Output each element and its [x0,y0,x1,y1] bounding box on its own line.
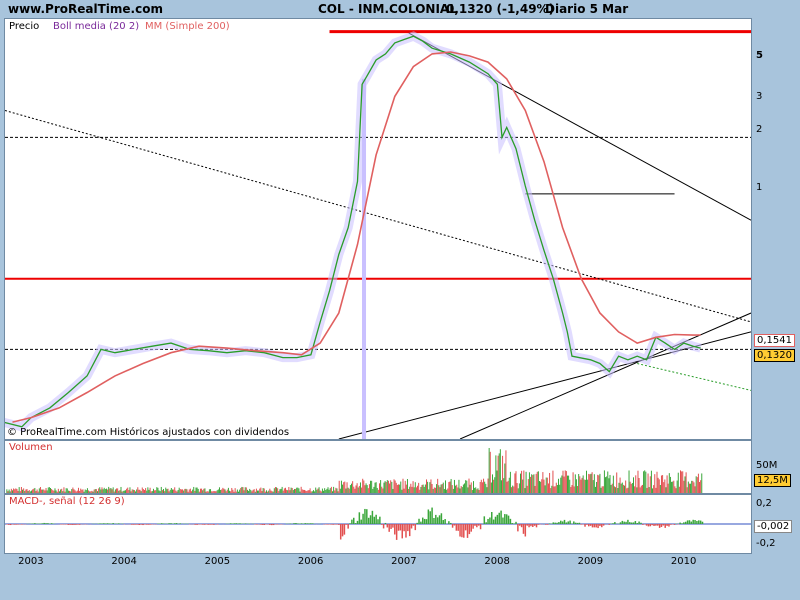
volume-tick: 50M [756,460,778,471]
price-tick: 3 [756,91,763,102]
price-tick: 2 [756,124,763,135]
price-chart[interactable] [5,19,751,439]
header-bar: www.ProRealTime.com COL - INM.COLONIAL 0… [0,0,800,20]
legend-ma: MM (Simple 200) [145,21,230,32]
time-tick: 2004 [111,556,137,567]
macd-tick: -0,2 [756,538,776,549]
volume-chart[interactable] [5,441,751,493]
period-label: Diario 5 Mar [545,2,629,16]
time-tick: 2009 [577,556,604,567]
time-tick: 2008 [484,556,510,567]
macd-title: MACD-, señal (12 26 9) [9,496,125,507]
instrument-name: COL - INM.COLONIAL [318,2,457,16]
price-tick: 1 [756,182,763,193]
volume-axis: 50M 12,5M [751,440,800,492]
ma-last-badge: 0,1541 [754,334,795,347]
site-name[interactable]: www.ProRealTime.com [8,2,163,16]
legend-bollinger: Boll media (20 2) [53,21,140,32]
price-axis: 5 3 2 1 0,1541 0,1320 [751,18,800,438]
green-dotted-line [637,363,751,391]
copyright-note: © ProRealTime.com Históricos ajustados c… [7,427,290,438]
price-tick: 5 [756,50,763,61]
macd-axis: 0,2 -0,002 -0,2 [751,494,800,552]
quote-value: 0,1320 (-1,49%) [446,2,555,16]
time-tick: 2003 [18,556,44,567]
volume-panel[interactable]: Volumen [4,440,752,494]
price-series-line [5,35,701,428]
macd-panel[interactable]: MACD-, señal (12 26 9) [4,494,752,554]
volume-last-badge: 12,5M [754,474,791,487]
uptrend-line-2 [459,312,751,439]
long-dotted-trend-line [5,110,751,323]
time-tick: 2006 [297,556,324,567]
time-axis: 2003 2004 2005 2006 2007 2008 2009 2010 [0,553,800,573]
macd-last-badge: -0,002 [754,520,793,533]
time-tick: 2007 [391,556,417,567]
volume-title: Volumen [9,442,53,453]
macd-tick: 0,2 [756,498,772,509]
price-panel[interactable]: Precio Boll media (20 2) MM (Simple 200)… [4,18,752,440]
time-tick: 2005 [204,556,231,567]
bollinger-band [5,31,702,432]
legend-price: Precio [9,21,40,32]
close-last-badge: 0,1320 [754,349,795,362]
time-tick: 2010 [670,556,697,567]
